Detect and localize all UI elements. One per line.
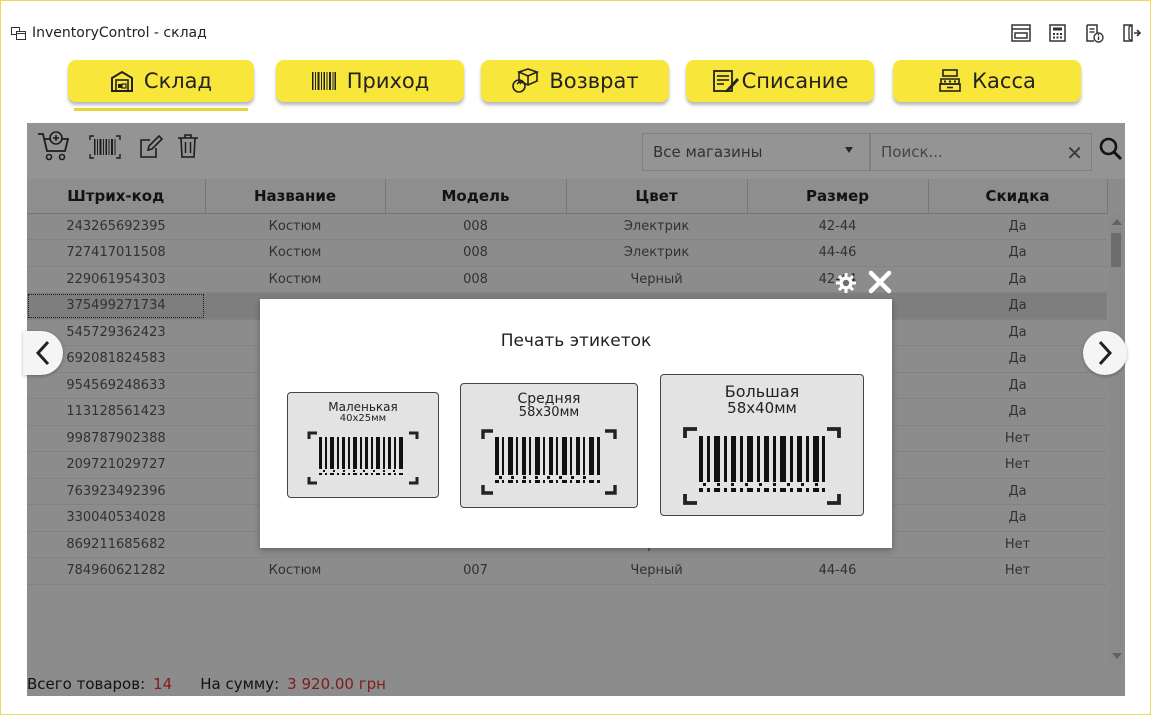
next-arrow-button[interactable]: [1083, 331, 1127, 375]
return-box-icon: [511, 68, 540, 94]
label-size-name: Маленькая: [328, 400, 398, 414]
nav-label: Списание: [741, 69, 849, 93]
nav-label: Склад: [143, 69, 213, 93]
barcode-icon: [481, 429, 617, 495]
nav-spisanie-button[interactable]: Списание: [686, 60, 874, 102]
label-size-small-button[interactable]: Маленькая 40x25мм: [287, 392, 439, 498]
app-icon: [11, 26, 26, 40]
nav-label: Приход: [346, 69, 430, 93]
cash-register-icon: [938, 69, 962, 93]
main-nav: Склад Приход Возврат Списание Касса: [1, 60, 1151, 111]
label-size-dimensions: 40x25мм: [339, 413, 387, 424]
top-toolbar: [1011, 23, 1142, 43]
print-labels-dialog: Печать этикеток Маленькая 40x25мм Средня…: [260, 299, 892, 548]
dialog-title: Печать этикеток: [500, 331, 652, 351]
shop-icon[interactable]: [1011, 24, 1031, 42]
exit-icon[interactable]: [1122, 23, 1142, 43]
window-title: InventoryControl - склад: [32, 25, 207, 41]
write-off-icon: [712, 69, 740, 93]
nav-prihod-button[interactable]: Приход: [276, 60, 464, 102]
receipt-info-icon[interactable]: [1084, 23, 1104, 43]
barcode-icon: [307, 431, 419, 485]
nav-label: Касса: [972, 69, 1036, 93]
title-bar: InventoryControl - склад: [11, 23, 207, 43]
label-size-medium-button[interactable]: Средняя 58x30мм: [460, 383, 638, 508]
close-icon[interactable]: [867, 269, 893, 299]
label-size-dimensions: 58x40мм: [727, 399, 797, 417]
nav-label: Возврат: [549, 69, 639, 93]
label-size-dimensions: 58x30мм: [518, 405, 580, 420]
nav-vozvrat-button[interactable]: Возврат: [481, 60, 669, 102]
barcode-icon: [683, 427, 841, 505]
label-size-large-button[interactable]: Большая 58x40мм: [660, 374, 864, 516]
nav-sklad-button[interactable]: Склад: [68, 60, 254, 111]
calculator-icon[interactable]: [1049, 24, 1066, 42]
nav-kassa-button[interactable]: Касса: [893, 60, 1081, 102]
barcode-icon: [311, 71, 337, 91]
settings-gear-icon[interactable]: [834, 271, 858, 299]
warehouse-icon: [110, 69, 134, 93]
app-window: InventoryControl - склад Склад Приход Во…: [0, 0, 1151, 715]
